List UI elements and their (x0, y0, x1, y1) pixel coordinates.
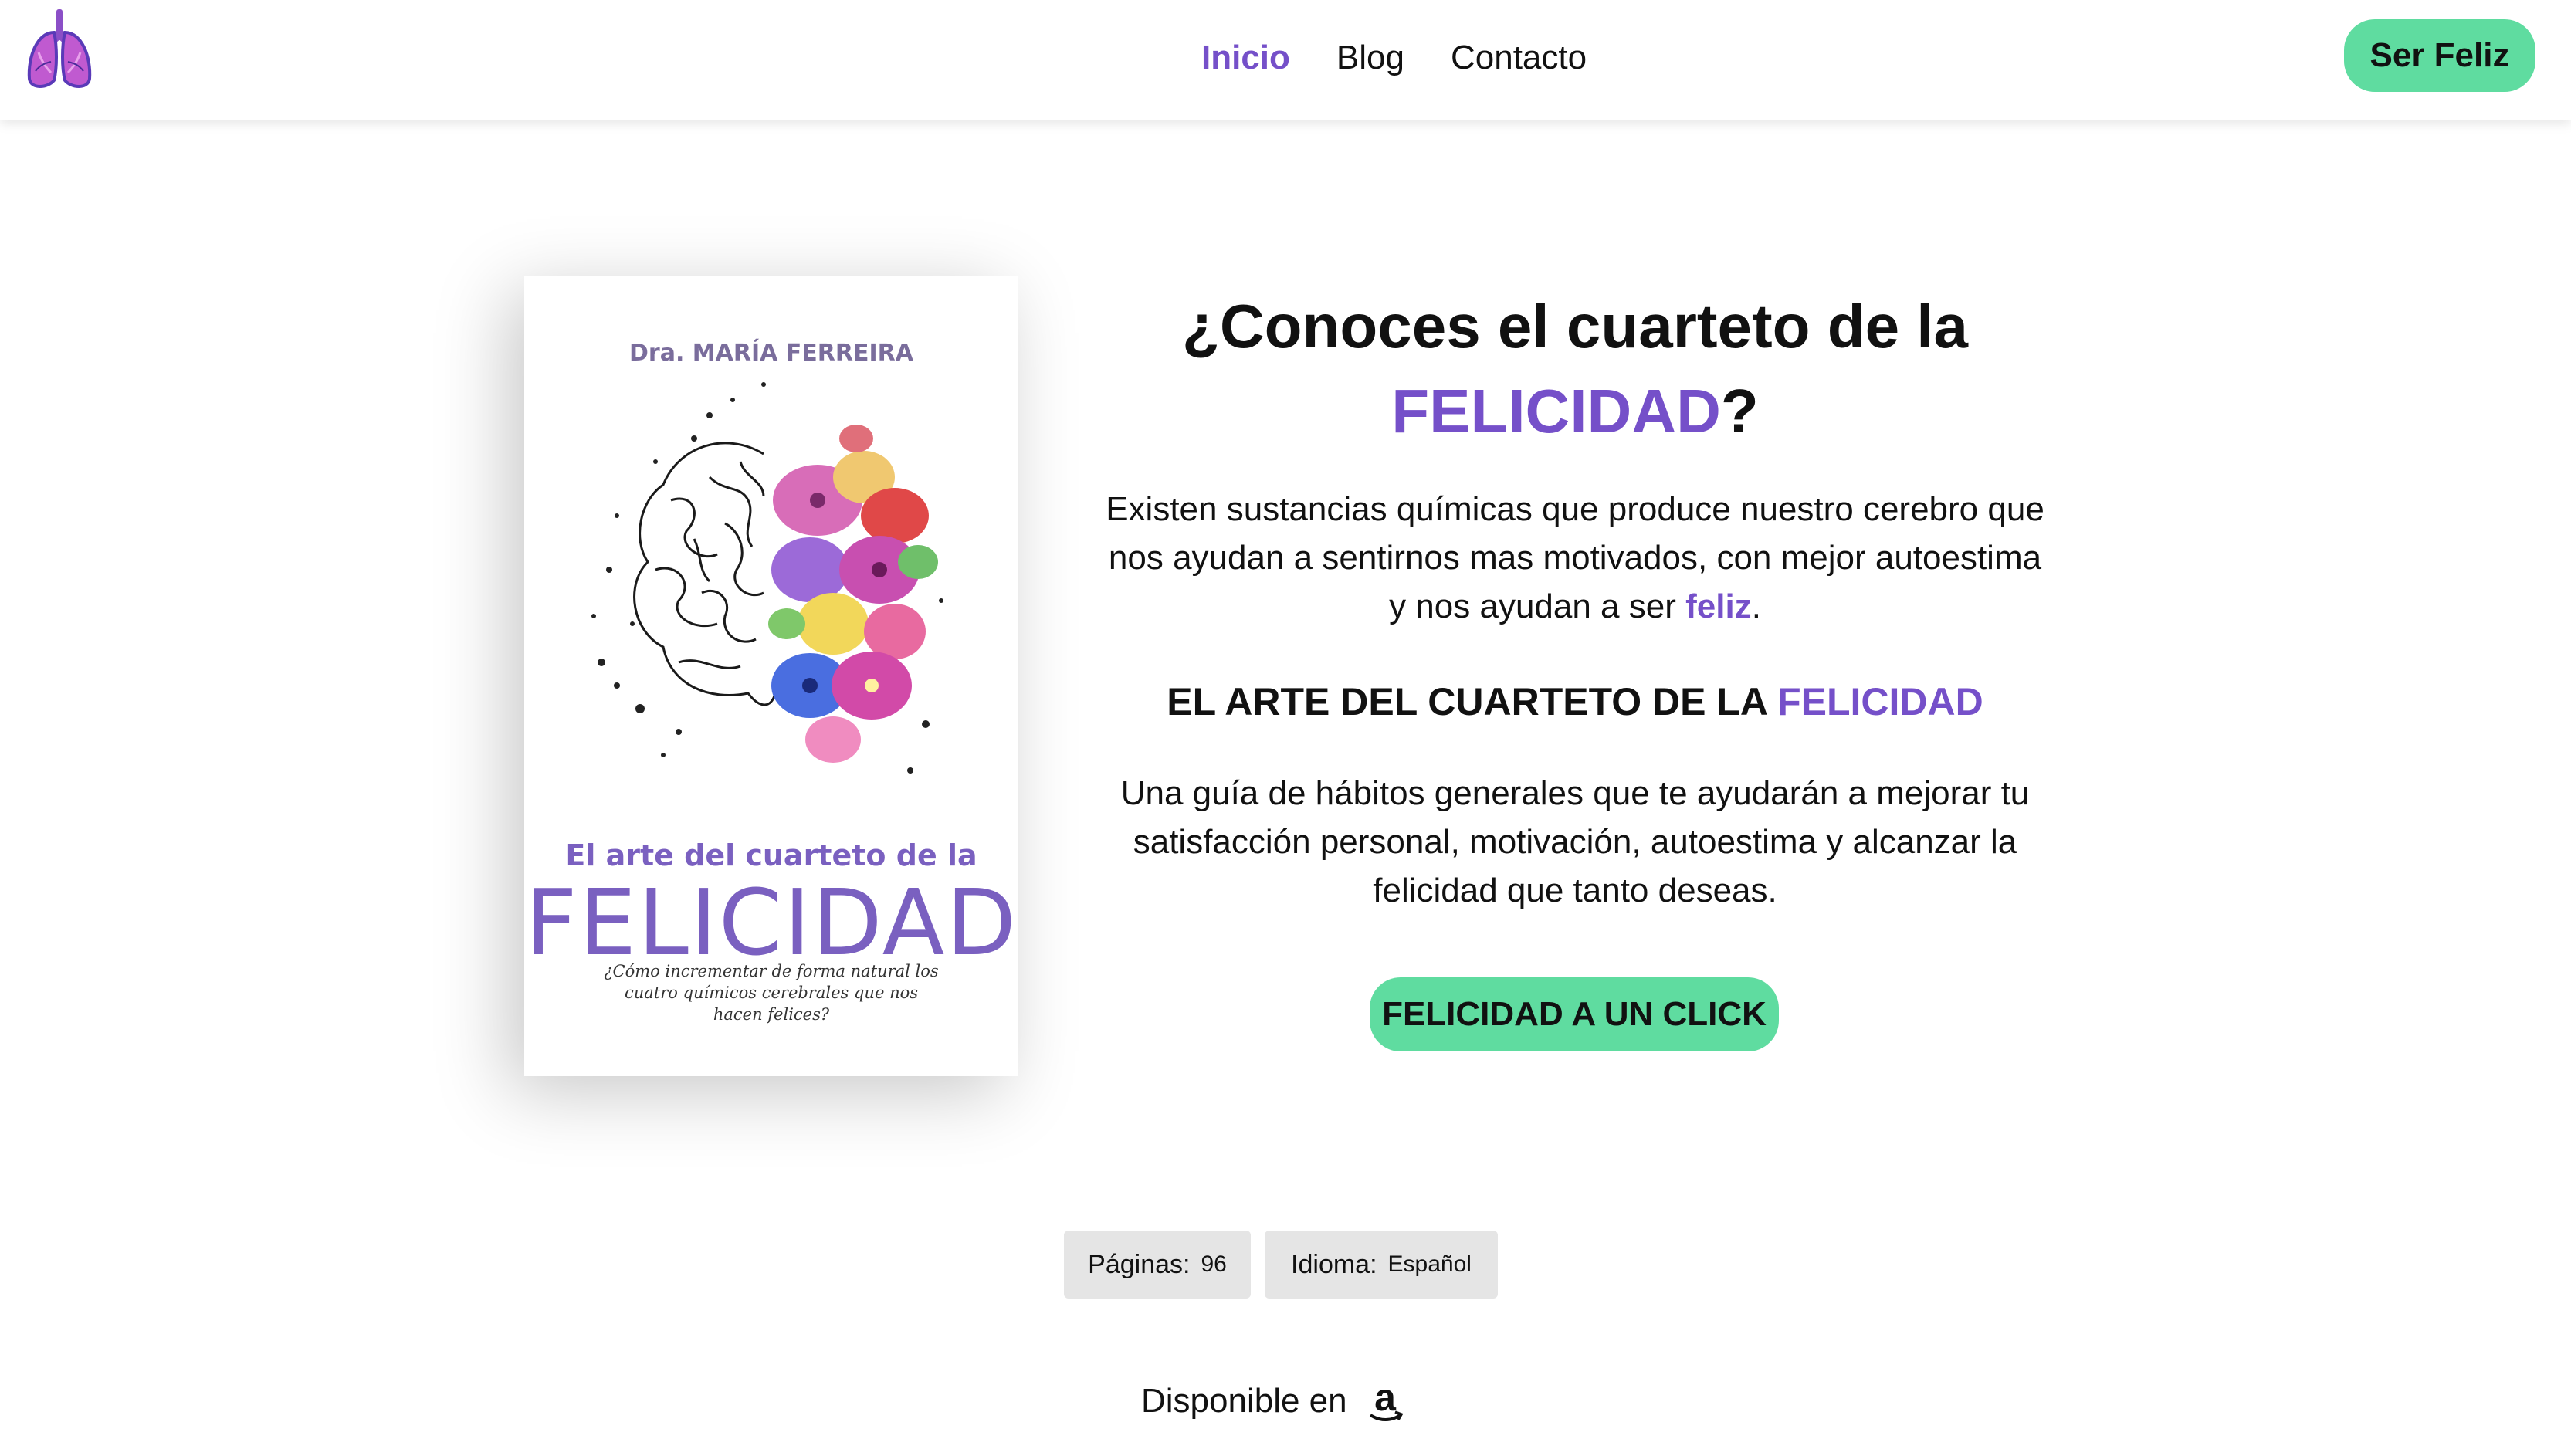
ser-feliz-button[interactable]: Ser Feliz (2344, 19, 2535, 92)
felicidad-a-un-click-button[interactable]: FELICIDAD A UN CLICK (1370, 977, 1779, 1051)
book-subtitle: El arte del cuarteto de la (565, 838, 977, 872)
brain-flowers-illustration (591, 382, 943, 774)
paragraph-1-text: Existen sustancias químicas que produce … (1106, 490, 2044, 625)
book-author: Dra. MARÍA FERREIRA (629, 340, 913, 367)
availability-row: Disponible en a (1141, 1374, 1406, 1428)
subheading-text: EL ARTE DEL CUARTETO DE LA (1167, 680, 1767, 723)
hero-headline: ¿Conoces el cuarteto de la FELICIDAD? (1096, 284, 2054, 454)
nav-link-inicio[interactable]: Inicio (1201, 39, 1290, 77)
main-nav: Inicio Blog Contacto (1201, 31, 1633, 85)
nav-link-blog[interactable]: Blog (1336, 39, 1404, 77)
nav-link-contacto[interactable]: Contacto (1451, 39, 1587, 77)
pages-value: 96 (1201, 1251, 1227, 1277)
hero-paragraph-2: Una guía de hábitos generales que te ayu… (1120, 774, 2030, 909)
site-header: Inicio Blog Contacto Ser Feliz (0, 0, 2571, 120)
language-value: Español (1387, 1251, 1472, 1277)
headline-text: ¿Conoces el cuarteto de la (1181, 292, 1969, 361)
book-tagline: ¿Cómo incrementar de forma natural los c… (604, 962, 939, 1024)
language-label: Idioma: (1291, 1249, 1377, 1279)
availability-label: Disponible en (1141, 1382, 1347, 1420)
subheading-highlight: FELICIDAD (1777, 680, 1983, 723)
language-badge: Idioma: Español (1265, 1231, 1498, 1299)
amazon-icon[interactable]: a (1364, 1378, 1406, 1424)
paragraph-1-end: . (1751, 587, 1761, 625)
hero-subheading: EL ARTE DEL CUARTETO DE LA FELICIDAD (1096, 679, 2054, 724)
headline-highlight: FELICIDAD (1391, 377, 1721, 445)
pages-label: Páginas: (1088, 1249, 1191, 1279)
lungs-logo-icon[interactable] (25, 6, 94, 93)
book-cover-image: Dra. MARÍA FERREIRA El arte del cuarteto… (524, 276, 1018, 1076)
hero-paragraph-1: Existen sustancias químicas que produce … (1096, 485, 2054, 631)
paragraph-1-highlight: feliz (1685, 587, 1752, 625)
headline-end: ? (1720, 377, 1759, 445)
pages-badge: Páginas: 96 (1064, 1231, 1251, 1299)
svg-text:a: a (1374, 1378, 1397, 1419)
